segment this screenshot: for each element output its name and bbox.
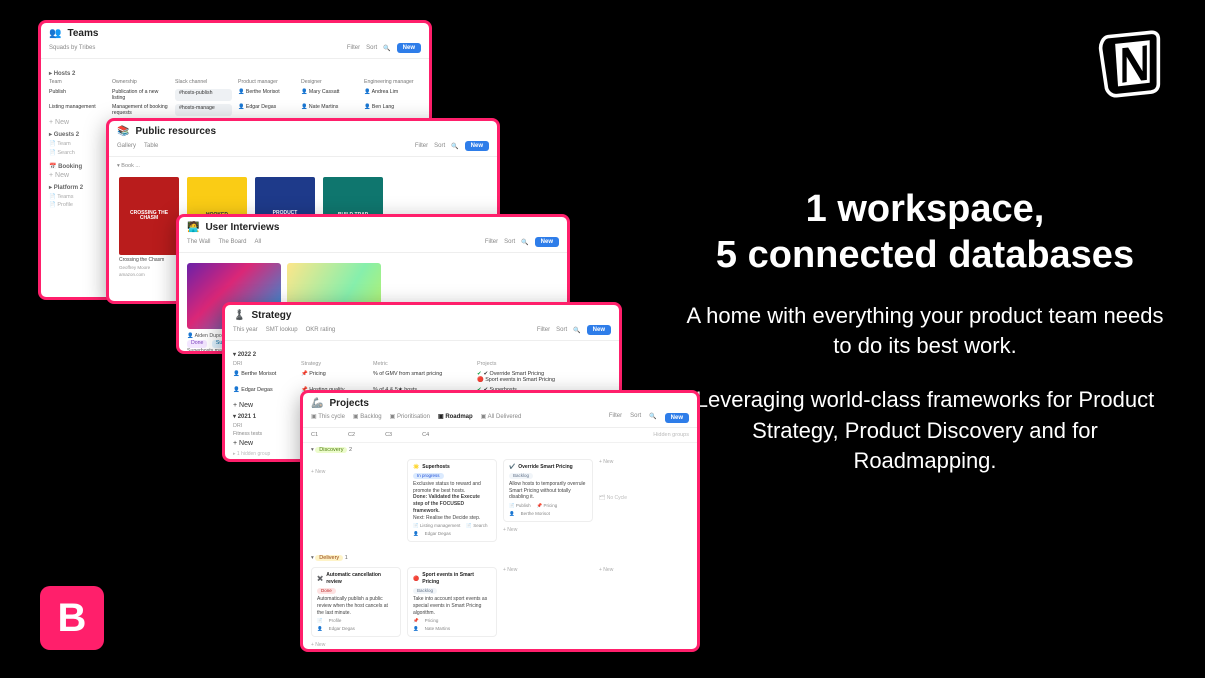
user-icon: 🧑‍💻 <box>187 222 199 233</box>
filter-button[interactable]: Filter <box>347 45 360 51</box>
new-card[interactable]: + New <box>599 567 689 573</box>
brand-badge: B <box>40 586 104 650</box>
headline: 1 workspace, 5 connected databases <box>685 186 1165 279</box>
window-projects: 🦾 Projects ▣ This cycle ▣ Backlog ▣ Prio… <box>300 390 700 652</box>
tab-prioritisation[interactable]: ▣ Prioritisation <box>390 413 430 423</box>
books-icon: 📚 <box>117 126 129 137</box>
view-smt[interactable]: SMT lookup <box>266 327 298 333</box>
view-table[interactable]: Table <box>144 143 158 149</box>
tab-this-cycle[interactable]: ▣ This cycle <box>311 413 345 423</box>
project-card-sport[interactable]: 🔴Sport events in Smart Pricing Backlog T… <box>407 567 497 637</box>
chess-icon: ♟️ <box>233 310 245 321</box>
sort-button[interactable]: Sort <box>630 413 641 423</box>
new-button[interactable]: New <box>465 141 489 151</box>
new-button[interactable]: New <box>665 413 689 423</box>
project-card-override[interactable]: ✔️Override Smart Pricing Backlog Allow h… <box>503 459 593 522</box>
public-title: Public resources <box>135 126 216 137</box>
table-row[interactable]: Publish Publication of a new listing #ho… <box>49 89 421 101</box>
table-row[interactable]: Listing management Management of booking… <box>49 104 421 116</box>
view-okr[interactable]: OKR rating <box>306 327 336 333</box>
paragraph-1: A home with everything your product team… <box>685 301 1165 362</box>
teams-icon: 👥 <box>49 28 61 39</box>
new-button[interactable]: New <box>397 43 421 53</box>
search-icon[interactable]: 🔍 <box>383 45 390 52</box>
new-button[interactable]: New <box>587 325 611 335</box>
sort-button[interactable]: Sort <box>504 239 515 245</box>
filter-button[interactable]: Filter <box>415 143 428 149</box>
project-card-superhosts[interactable]: 🌟Superhosts In progress Exclusive status… <box>407 459 497 542</box>
teams-title: Teams <box>67 28 98 39</box>
marketing-copy: 1 workspace, 5 connected databases A hom… <box>685 186 1165 501</box>
projects-icon: 🦾 <box>311 398 323 409</box>
users-title: User Interviews <box>205 222 279 233</box>
search-icon[interactable]: 🔍 <box>649 413 656 423</box>
filter-button[interactable]: Filter <box>609 413 622 423</box>
view-board[interactable]: The Board <box>218 239 246 245</box>
view-gallery[interactable]: Gallery <box>117 143 136 149</box>
projects-title: Projects <box>329 398 368 409</box>
teams-view[interactable]: Squads by Tribes <box>49 45 95 51</box>
sort-button[interactable]: Sort <box>366 45 377 51</box>
notion-logo <box>1095 28 1167 100</box>
view-all[interactable]: All <box>254 239 261 245</box>
new-card[interactable]: + New <box>503 527 593 533</box>
new-button[interactable]: New <box>535 237 559 247</box>
sort-button[interactable]: Sort <box>434 143 445 149</box>
tab-all-delivered[interactable]: ▣ All Delivered <box>481 413 522 423</box>
paragraph-2: Leveraging world-class frameworks for Pr… <box>685 385 1165 476</box>
new-card[interactable]: + New <box>311 469 401 475</box>
project-card-cancel[interactable]: ✖️Automatic cancellation review Done Aut… <box>311 567 401 637</box>
new-card[interactable]: + New <box>503 567 593 573</box>
new-card[interactable]: + New <box>311 642 401 648</box>
strategy-title: Strategy <box>251 310 291 321</box>
search-icon[interactable]: 🔍 <box>573 327 580 334</box>
view-this-year[interactable]: This year <box>233 327 258 333</box>
search-icon[interactable]: 🔍 <box>451 143 458 150</box>
tab-roadmap[interactable]: ▣ Roadmap <box>438 413 473 423</box>
filter-button[interactable]: Filter <box>485 239 498 245</box>
sort-button[interactable]: Sort <box>556 327 567 333</box>
view-wall[interactable]: The Wall <box>187 239 210 245</box>
search-icon[interactable]: 🔍 <box>521 239 528 246</box>
book-card[interactable]: CROSSING THE CHASM Crossing the Chasm Ge… <box>119 177 179 277</box>
tab-backlog[interactable]: ▣ Backlog <box>353 413 382 423</box>
filter-button[interactable]: Filter <box>537 327 550 333</box>
